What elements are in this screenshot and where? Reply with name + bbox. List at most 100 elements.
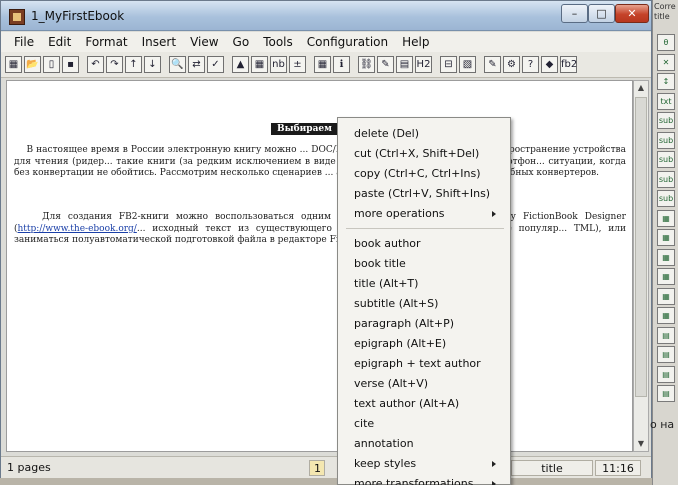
info-icon[interactable]: ℹ (333, 56, 350, 73)
side-tool-icon[interactable]: ▤ (657, 326, 675, 344)
nbsp-icon[interactable]: nb (270, 56, 287, 73)
scroll-up-icon[interactable]: ▲ (634, 81, 648, 95)
insert-image-icon[interactable]: ▧ (459, 56, 476, 73)
document-area[interactable]: Выбираем В настоящее время в России элек… (6, 80, 633, 452)
clock: 11:16 (595, 460, 641, 476)
fb2-icon[interactable]: fb2 (560, 56, 577, 73)
side-panel-header: Corre title (654, 2, 676, 21)
context-menu-item-label: epigraph (Alt+E) (354, 337, 447, 350)
menu-help[interactable]: Help (395, 35, 436, 49)
view-icon[interactable]: ▦ (5, 56, 22, 73)
replace-icon[interactable]: ⇄ (188, 56, 205, 73)
menu-insert[interactable]: Insert (135, 35, 183, 49)
side-tool-icon[interactable]: ▦ (657, 307, 675, 324)
redo-icon[interactable]: ↷ (106, 56, 123, 73)
side-tool-icon[interactable]: ▤ (657, 346, 675, 363)
context-menu-item[interactable]: paragraph (Alt+P) (338, 314, 510, 334)
side-tool-icon[interactable]: ▦ (657, 248, 675, 266)
menu-go[interactable]: Go (226, 35, 257, 49)
context-menu-item[interactable]: delete (Del) (338, 124, 510, 144)
open-icon[interactable]: 📂 (24, 56, 41, 73)
side-tool-icon[interactable]: ↕ (657, 73, 675, 90)
link-icon[interactable]: ⛓ (358, 56, 375, 73)
save-icon[interactable]: ▪ (62, 56, 79, 73)
side-tool-icon[interactable]: ▤ (657, 385, 675, 402)
maximize-button[interactable]: □ (588, 4, 615, 23)
help-icon[interactable]: ? (522, 56, 539, 73)
view-desc-icon[interactable]: ▤ (396, 56, 413, 73)
context-menu-item[interactable]: cite (338, 414, 510, 434)
h2-icon[interactable]: H2 (415, 56, 432, 73)
context-menu-item[interactable]: book author (338, 234, 510, 254)
context-menu-item-label: cut (Ctrl+X, Shift+Del) (354, 147, 480, 160)
new-icon[interactable]: ▯ (43, 56, 60, 73)
side-text: о на (650, 418, 675, 431)
paragraph-link[interactable]: http://www.the-ebook.org/ (18, 224, 137, 234)
title-bar[interactable]: 1_MyFirstEbook – □ ✕ (1, 1, 651, 31)
side-tool-icon[interactable]: ▦ (657, 229, 675, 246)
context-menu-item[interactable]: cut (Ctrl+X, Shift+Del) (338, 144, 510, 164)
menu-file[interactable]: File (7, 35, 41, 49)
side-tool-icon[interactable]: sub (657, 170, 675, 188)
context-menu-item[interactable]: subtitle (Alt+S) (338, 294, 510, 314)
plusminus-icon[interactable]: ± (289, 56, 306, 73)
vertical-scrollbar[interactable]: ▲ ▼ (633, 80, 649, 452)
submenu-arrow-icon (492, 461, 496, 467)
split-icon[interactable]: ⊟ (440, 56, 457, 73)
settings-icon[interactable]: ⚙ (503, 56, 520, 73)
side-tool-icon[interactable]: ▦ (657, 268, 675, 285)
menu-format[interactable]: Format (78, 35, 134, 49)
side-tool-icon[interactable]: ✕ (657, 53, 675, 71)
context-menu-item[interactable]: keep styles (338, 454, 510, 474)
menu-bar: File Edit Format Insert View Go Tools Co… (1, 32, 651, 52)
up-icon[interactable]: ↑ (125, 56, 142, 73)
down-icon[interactable]: ↓ (144, 56, 161, 73)
menu-view[interactable]: View (183, 35, 225, 49)
side-tool-icon[interactable]: txt (657, 92, 675, 110)
book-icon[interactable]: ▦ (314, 56, 331, 73)
side-tool-icon[interactable]: ▦ (657, 287, 675, 305)
spellcheck-icon[interactable]: ✓ (207, 56, 224, 73)
undo-icon[interactable]: ↶ (87, 56, 104, 73)
context-menu-item[interactable]: epigraph + text author (338, 354, 510, 374)
context-menu-item[interactable]: copy (Ctrl+C, Ctrl+Ins) (338, 164, 510, 184)
menu-separator (346, 228, 504, 229)
side-tool-icon[interactable]: ▦ (657, 209, 675, 227)
find-icon[interactable]: 🔍 (169, 56, 186, 73)
document-heading: Выбираем (271, 123, 338, 135)
side-tool-icon[interactable]: sub (657, 112, 675, 129)
status-bar: 1 pages 1 title 11:16 (1, 456, 651, 478)
window-title: 1_MyFirstEbook (31, 9, 125, 23)
bookmark-icon[interactable]: ◆ (541, 56, 558, 73)
side-tool-icon[interactable]: ▤ (657, 365, 675, 383)
context-menu-item-label: verse (Alt+V) (354, 377, 429, 390)
context-menu-item[interactable]: more operations (338, 204, 510, 224)
submenu-arrow-icon (492, 211, 496, 217)
scroll-down-icon[interactable]: ▼ (634, 437, 648, 451)
context-menu-item-label: subtitle (Alt+S) (354, 297, 439, 310)
context-menu-item[interactable]: title (Alt+T) (338, 274, 510, 294)
context-menu-item[interactable]: more transformations (338, 474, 510, 485)
side-tool-icon[interactable]: sub (657, 190, 675, 207)
table-icon[interactable]: ▦ (251, 56, 268, 73)
context-menu-item-label: annotation (354, 437, 414, 450)
scroll-thumb[interactable] (635, 97, 647, 397)
side-tool-icon[interactable]: sub (657, 131, 675, 149)
menu-configuration[interactable]: Configuration (300, 35, 395, 49)
minimize-button[interactable]: – (561, 4, 588, 23)
context-menu-item[interactable]: book title (338, 254, 510, 274)
context-menu-item[interactable]: paste (Ctrl+V, Shift+Ins) (338, 184, 510, 204)
side-tool-icon[interactable]: sub (657, 151, 675, 168)
menu-edit[interactable]: Edit (41, 35, 78, 49)
edit-icon[interactable]: ✎ (484, 56, 501, 73)
context-menu-item[interactable]: epigraph (Alt+E) (338, 334, 510, 354)
context-menu-item[interactable]: verse (Alt+V) (338, 374, 510, 394)
image-icon[interactable]: ▲ (232, 56, 249, 73)
note-icon[interactable]: ✎ (377, 56, 394, 73)
context-menu-item[interactable]: annotation (338, 434, 510, 454)
close-button[interactable]: ✕ (615, 4, 649, 23)
context-menu-item-label: title (Alt+T) (354, 277, 419, 290)
context-menu-item[interactable]: text author (Alt+A) (338, 394, 510, 414)
side-tool-icon[interactable]: θ (657, 34, 675, 51)
menu-tools[interactable]: Tools (256, 35, 300, 49)
